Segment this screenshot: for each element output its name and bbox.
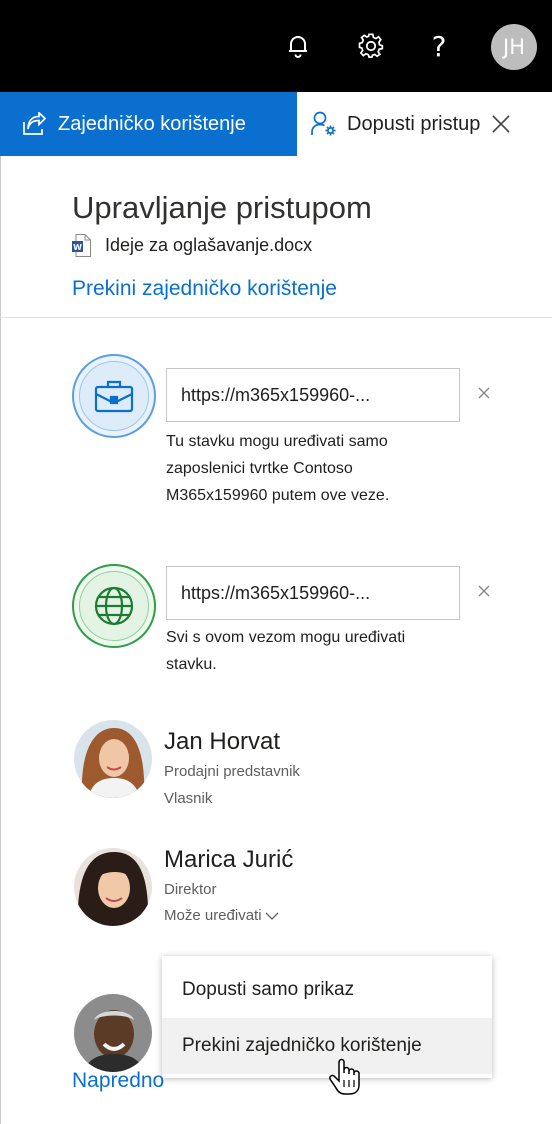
permission-dropdown-label: Može uređivati	[164, 907, 262, 924]
top-bar: ? JH	[0, 0, 552, 92]
link-description: Tu stavku mogu uređivati samo zaposlenic…	[166, 428, 389, 509]
document-row: W Ideje za oglašavanje.docx	[72, 232, 312, 258]
panel-edge	[0, 156, 1, 1124]
hand-cursor-icon	[329, 1058, 360, 1095]
description-line: M365x159960 putem ove veze.	[166, 487, 390, 504]
anyone-link-badge	[72, 564, 156, 648]
chevron-down-icon	[265, 912, 279, 920]
globe-icon	[94, 586, 134, 626]
sharing-link-url[interactable]: https://m365x159960-...	[166, 368, 460, 422]
avatar	[74, 848, 152, 926]
permission-menu: Dopusti samo prikaz Prekini zajedničko k…	[162, 956, 492, 1078]
avatar	[74, 720, 152, 798]
document-name: Ideje za oglašavanje.docx	[105, 234, 313, 255]
description-line: zaposlenici tvrtke Contoso	[166, 460, 353, 477]
svg-text:W: W	[73, 242, 82, 251]
tab-share-label: Zajedničko korištenje	[58, 112, 246, 135]
advanced-link[interactable]: Napredno	[72, 1069, 164, 1093]
close-icon[interactable]	[490, 113, 512, 135]
description-line: stavku.	[166, 656, 217, 673]
user-avatar[interactable]: JH	[491, 24, 537, 70]
menu-item-stop-sharing[interactable]: Prekini zajedničko korištenje	[162, 1018, 492, 1074]
help-icon[interactable]: ?	[423, 30, 455, 63]
menu-item-view-only[interactable]: Dopusti samo prikaz	[162, 962, 492, 1018]
briefcase-icon	[94, 380, 134, 413]
description-line: Tu stavku mogu uređivati samo	[166, 433, 388, 450]
remove-link-icon[interactable]	[476, 583, 492, 599]
person-permission: Vlasnik	[164, 790, 213, 807]
avatar	[74, 994, 152, 1072]
person-settings-icon	[311, 111, 336, 136]
person-role: Direktor	[164, 881, 217, 898]
person-role: Prodajni predstavnik	[164, 763, 300, 780]
organization-link-badge	[72, 354, 156, 438]
share-icon	[23, 112, 46, 135]
gear-icon[interactable]	[355, 30, 387, 62]
person-name: Marica Jurić	[164, 846, 294, 873]
tab-share[interactable]: Zajedničko korištenje	[0, 92, 297, 156]
sharing-link-url[interactable]: https://m365x159960-...	[166, 566, 460, 620]
page-title: Upravljanje pristupom	[72, 190, 372, 225]
tab-grant-access[interactable]: Dopusti pristup	[297, 92, 552, 156]
tab-bar: Zajedničko korištenje Dopusti pristup	[0, 92, 552, 156]
link-description: Svi s ovom vezom mogu uređivati stavku.	[166, 624, 405, 678]
description-line: Svi s ovom vezom mogu uređivati	[166, 629, 406, 646]
word-document-icon: W	[72, 233, 91, 257]
tab-grant-access-label: Dopusti pristup	[347, 112, 481, 135]
person-name: Jan Horvat	[164, 728, 281, 755]
remove-link-icon[interactable]	[476, 385, 492, 401]
stop-sharing-link[interactable]: Prekini zajedničko korištenje	[72, 277, 337, 301]
bell-icon[interactable]	[282, 30, 314, 62]
permission-dropdown[interactable]: Može uređivati	[164, 907, 279, 924]
divider	[0, 317, 552, 318]
